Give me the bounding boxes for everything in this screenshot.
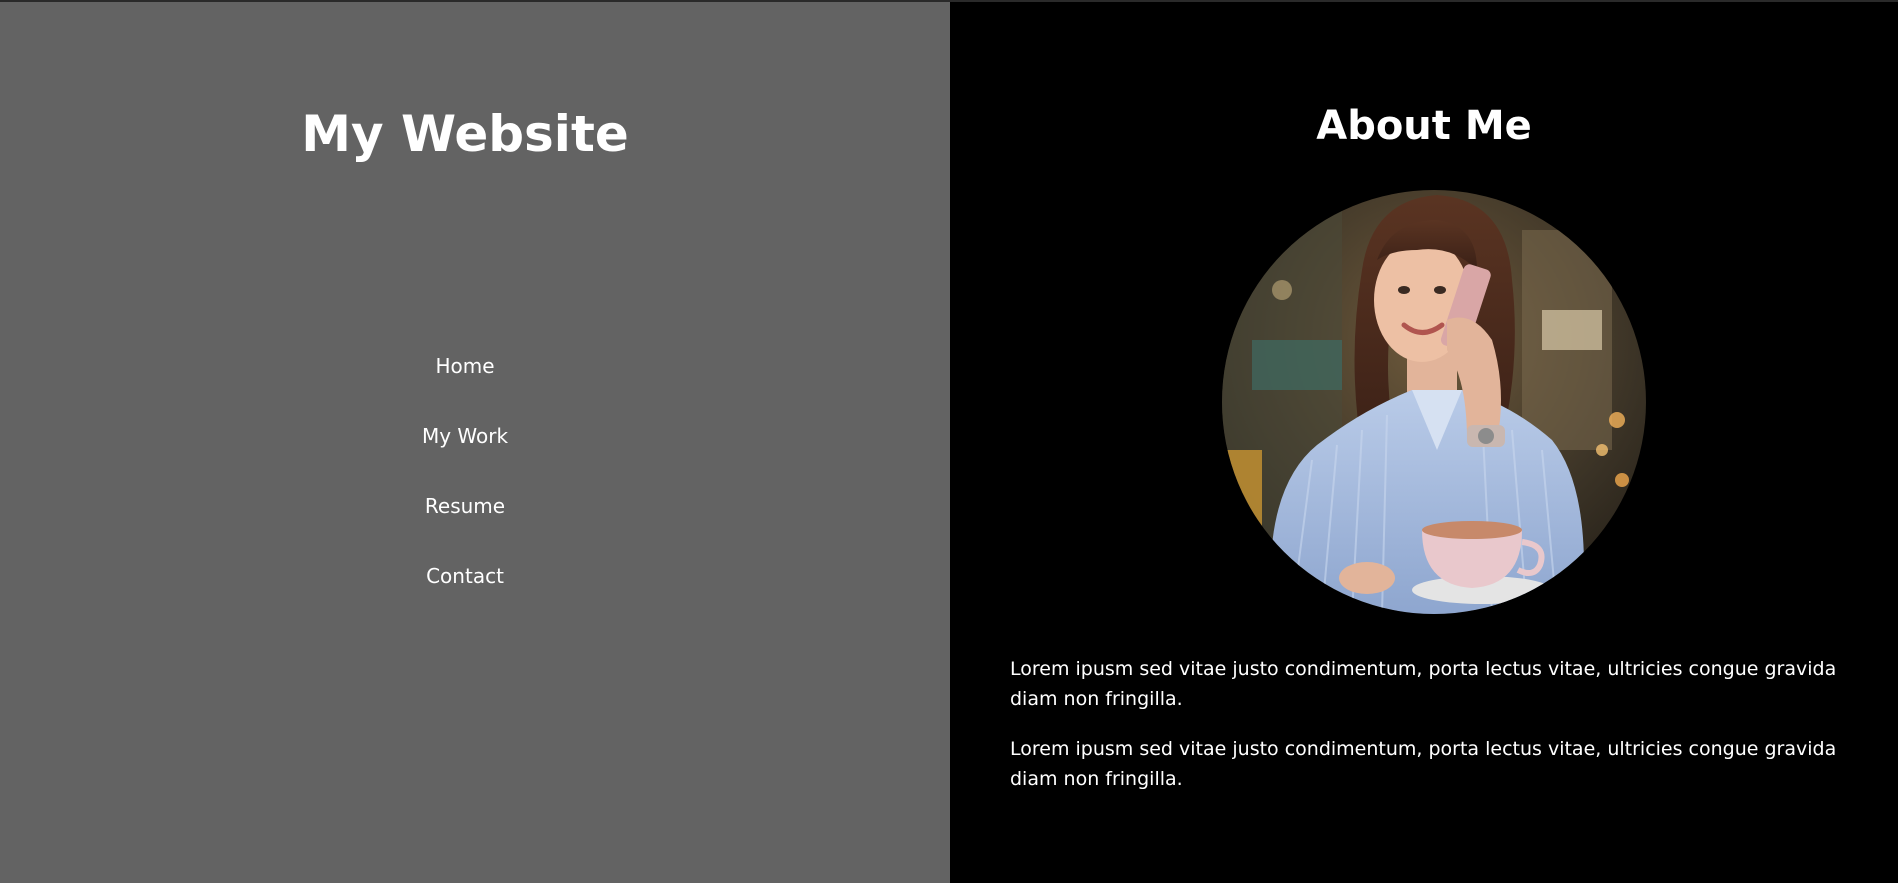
sidebar: My Website Home My Work Resume Contact [0, 2, 950, 883]
about-section: About Me Lorem ipusm sed vitae justo con… [950, 2, 1898, 883]
nav-link-my-work[interactable]: My Work [422, 424, 508, 448]
main-nav: Home My Work Resume Contact [0, 350, 930, 630]
about-paragraph: Lorem ipusm sed vitae justo condimentum,… [1010, 658, 1837, 710]
nav-link-contact[interactable]: Contact [426, 564, 504, 588]
nav-item-my-work: My Work [0, 420, 930, 490]
nav-item-contact: Contact [0, 560, 930, 630]
nav-link-resume[interactable]: Resume [425, 494, 505, 518]
page: My Website Home My Work Resume Contact A… [0, 2, 1898, 883]
nav-item-resume: Resume [0, 490, 930, 560]
profile-photo [1222, 190, 1646, 614]
nav-link-home[interactable]: Home [435, 354, 494, 378]
about-paragraph: Lorem ipusm sed vitae justo condimentum,… [1010, 738, 1837, 790]
site-title: My Website [301, 105, 629, 163]
about-title: About Me [1316, 103, 1532, 149]
nav-item-home: Home [0, 350, 930, 420]
about-text: Lorem ipusm sed vitae justo condimentum,… [1010, 654, 1862, 814]
